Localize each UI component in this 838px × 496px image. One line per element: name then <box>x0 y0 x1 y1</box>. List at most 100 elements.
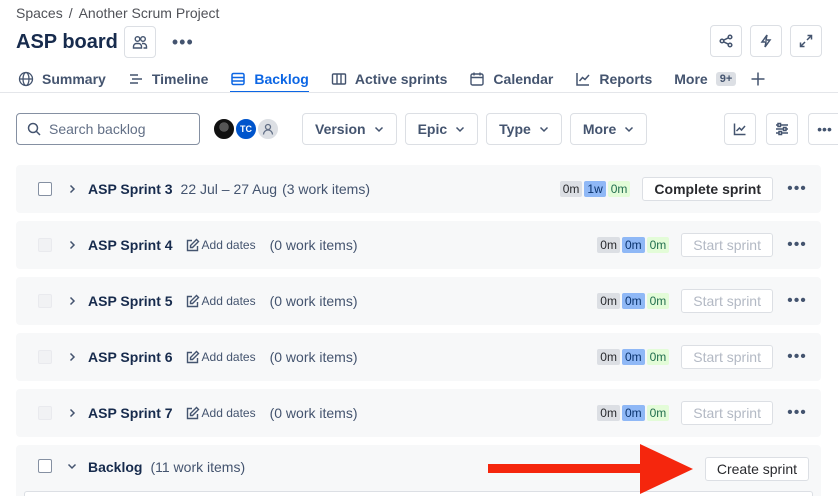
tab-calendar[interactable]: Calendar <box>469 66 553 92</box>
chevron-right-icon[interactable] <box>66 183 78 195</box>
add-tab-button[interactable] <box>750 66 766 92</box>
sprint-checkbox <box>38 294 52 308</box>
sprint-name: ASP Sprint 3 <box>88 181 173 197</box>
breadcrumb-spaces[interactable]: Spaces <box>16 5 63 21</box>
globe-icon <box>18 71 34 87</box>
columns-icon <box>331 73 347 85</box>
sprint-actions: 0m 0m 0m Start sprint ••• <box>595 221 809 269</box>
avatar-tc[interactable]: TC <box>234 117 258 141</box>
expand-icon <box>799 34 813 48</box>
automation-button[interactable] <box>750 25 782 57</box>
sprint-actions: 0m 1w 0m Complete sprint ••• <box>558 165 809 213</box>
sprint-row: ASP Sprint 3 22 Jul – 27 Aug (3 work ite… <box>16 165 821 213</box>
backlog-item-count: (11 work items) <box>150 459 246 475</box>
epic-filter-label: Epic <box>417 121 448 137</box>
share-button[interactable] <box>710 25 742 57</box>
insights-button[interactable] <box>724 113 756 145</box>
sprint-actions: 0m 0m 0m Start sprint ••• <box>595 389 809 437</box>
backlog-name: Backlog <box>88 459 143 475</box>
share-icon <box>719 34 733 48</box>
top-actions <box>710 25 822 57</box>
sprint-more-icon[interactable]: ••• <box>785 180 809 198</box>
search-input[interactable]: Search backlog <box>16 113 200 145</box>
filter-row: Search backlog TC Version Epic Type More… <box>16 113 838 145</box>
sprint-more-icon[interactable]: ••• <box>785 236 809 254</box>
sprint-more-icon[interactable]: ••• <box>785 292 809 310</box>
edit-icon <box>186 238 200 251</box>
add-dates-button[interactable]: Add dates <box>185 406 256 421</box>
sprint-item-count: (0 work items) <box>269 349 358 365</box>
tab-reports-label: Reports <box>599 71 653 87</box>
sprint-more-icon[interactable]: ••• <box>785 404 809 422</box>
board-more-icon[interactable]: ••• <box>172 32 194 53</box>
sprint-checkbox[interactable] <box>38 182 52 196</box>
tab-summary[interactable]: Summary <box>18 66 106 92</box>
sprint-actions: 0m 0m 0m Start sprint ••• <box>595 333 809 381</box>
backlog-more-button[interactable]: ••• <box>808 113 838 145</box>
backlog-checkbox[interactable] <box>38 459 52 473</box>
annotation-arrow-icon <box>488 444 693 494</box>
tab-more[interactable]: More 9+ <box>674 66 737 92</box>
chevron-right-icon[interactable] <box>66 407 78 419</box>
tab-backlog[interactable]: Backlog <box>230 66 310 93</box>
version-filter-label: Version <box>315 121 366 137</box>
chevron-down-icon <box>374 126 383 133</box>
plus-icon <box>751 72 765 86</box>
tab-summary-label: Summary <box>42 71 106 87</box>
person-icon <box>262 123 274 135</box>
filter-actions: ••• <box>724 113 838 145</box>
tab-timeline-label: Timeline <box>151 71 209 87</box>
team-button[interactable] <box>123 26 156 58</box>
start-sprint-button[interactable]: Start sprint <box>681 289 773 313</box>
sprint-dates: 22 Jul – 27 Aug <box>180 181 278 197</box>
avatar-user-photo[interactable] <box>212 117 236 141</box>
start-sprint-button[interactable]: Start sprint <box>681 345 773 369</box>
chevron-right-icon[interactable] <box>66 295 78 307</box>
sprint-row: ASP Sprint 7 Add dates (0 work items) 0m… <box>16 389 821 437</box>
chart-icon <box>576 73 590 86</box>
breadcrumb-project[interactable]: Another Scrum Project <box>79 5 220 21</box>
sprint-item-count: (0 work items) <box>269 237 358 253</box>
done-estimate-badge: 0m <box>646 237 670 253</box>
start-sprint-button[interactable]: Start sprint <box>681 401 773 425</box>
chevron-right-icon[interactable] <box>66 351 78 363</box>
page-title: ASP board <box>16 30 118 53</box>
tab-active-sprints[interactable]: Active sprints <box>331 66 447 92</box>
fullscreen-button[interactable] <box>790 25 822 57</box>
chevron-right-icon[interactable] <box>66 239 78 251</box>
view-settings-button[interactable] <box>766 113 798 145</box>
todo-estimate-badge: 0m <box>597 349 620 365</box>
timeline-icon <box>129 74 142 84</box>
sprint-checkbox <box>38 350 52 364</box>
add-dates-button[interactable]: Add dates <box>185 238 256 253</box>
complete-sprint-button[interactable]: Complete sprint <box>642 177 773 201</box>
add-dates-button[interactable]: Add dates <box>185 294 256 309</box>
in-progress-estimate-badge: 0m <box>621 237 645 253</box>
done-estimate-badge: 0m <box>646 293 670 309</box>
create-sprint-button[interactable]: Create sprint <box>704 457 809 481</box>
avatar-unassigned[interactable] <box>256 117 280 141</box>
sprint-row: ASP Sprint 6 Add dates (0 work items) 0m… <box>16 333 821 381</box>
version-filter[interactable]: Version <box>302 113 397 145</box>
tabs-divider <box>0 92 838 93</box>
sprint-row: ASP Sprint 4 Add dates (0 work items) 0m… <box>16 221 821 269</box>
sprint-item-count: (3 work items) <box>282 181 370 197</box>
breadcrumb-separator: / <box>68 5 73 21</box>
sprint-checkbox <box>38 238 52 252</box>
type-filter[interactable]: Type <box>486 113 562 145</box>
more-filter[interactable]: More <box>569 113 648 145</box>
add-dates-button[interactable]: Add dates <box>185 350 256 365</box>
sprint-checkbox <box>38 406 52 420</box>
sprint-name: ASP Sprint 4 <box>88 237 173 253</box>
search-placeholder: Search backlog <box>49 121 146 137</box>
chevron-down-icon <box>539 126 548 133</box>
sprint-more-icon[interactable]: ••• <box>785 348 809 366</box>
tab-timeline[interactable]: Timeline <box>128 66 209 92</box>
in-progress-estimate-badge: 0m <box>621 405 645 421</box>
epic-filter[interactable]: Epic <box>404 113 479 145</box>
more-count-badge: 9+ <box>715 72 737 86</box>
start-sprint-button[interactable]: Start sprint <box>681 233 773 257</box>
chevron-down-icon[interactable] <box>66 460 78 472</box>
tab-reports[interactable]: Reports <box>575 66 652 92</box>
avatar-group: TC <box>212 117 280 141</box>
